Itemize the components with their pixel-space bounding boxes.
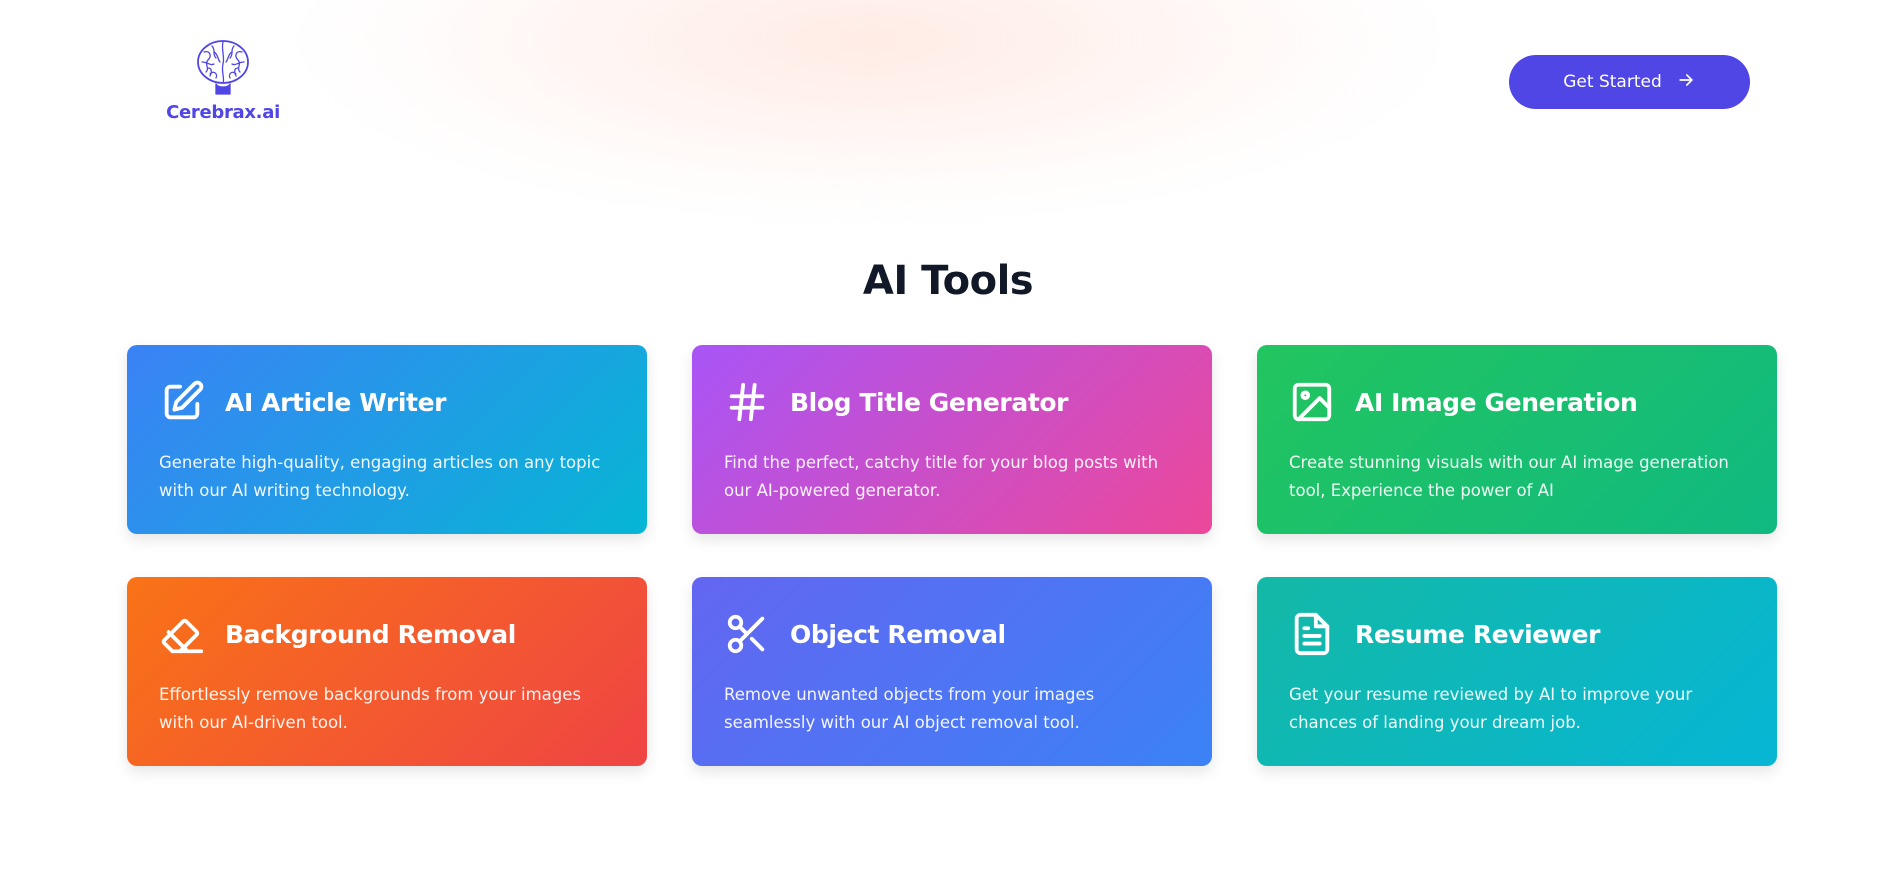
tool-card-title: Blog Title Generator — [790, 387, 1069, 417]
tool-card-ai-article-writer[interactable]: AI Article Writer Generate high-quality,… — [127, 345, 647, 534]
tool-card-description: Create stunning visuals with our AI imag… — [1289, 453, 1729, 500]
page: Cerebrax.ai Get Started AI Tools AI Arti… — [0, 0, 1896, 885]
tool-card-object-removal[interactable]: Object Removal Remove unwanted objects f… — [692, 577, 1212, 766]
logo-text: Cerebrax.ai — [166, 102, 280, 123]
tool-card-description: Remove unwanted objects from your images… — [724, 685, 1095, 732]
tool-card-description: Get your resume reviewed by AI to improv… — [1289, 685, 1693, 732]
tool-card-title: Background Removal — [225, 619, 516, 649]
tool-card-header: AI Image Generation — [1289, 377, 1745, 427]
tool-card-header: Blog Title Generator — [724, 377, 1180, 427]
tool-card-description: Find the perfect, catchy title for your … — [724, 453, 1159, 500]
tool-card-header: Resume Reviewer — [1289, 609, 1745, 659]
hash-icon — [724, 379, 770, 425]
tools-grid: AI Article Writer Generate high-quality,… — [127, 345, 1777, 766]
arrow-right-icon — [1676, 70, 1696, 95]
get-started-label: Get Started — [1563, 72, 1662, 92]
brain-icon — [194, 38, 252, 102]
tool-card-ai-image-generation[interactable]: AI Image Generation Create stunning visu… — [1257, 345, 1777, 534]
tool-card-title: Object Removal — [790, 619, 1006, 649]
tool-card-description: Effortlessly remove backgrounds from you… — [159, 685, 581, 732]
tool-card-header: Background Removal — [159, 609, 615, 659]
logo[interactable]: Cerebrax.ai — [166, 38, 280, 124]
file-text-icon — [1289, 611, 1335, 657]
edit-icon — [159, 379, 205, 425]
eraser-icon — [159, 611, 205, 657]
tool-card-resume-reviewer[interactable]: Resume Reviewer Get your resume reviewed… — [1257, 577, 1777, 766]
tool-card-description: Generate high-quality, engaging articles… — [159, 453, 601, 500]
site-header: Cerebrax.ai Get Started — [0, 0, 1896, 165]
scissors-icon — [724, 611, 770, 657]
section-title: AI Tools — [862, 258, 1034, 304]
tool-card-title: AI Image Generation — [1355, 387, 1638, 417]
tool-card-background-removal[interactable]: Background Removal Effortlessly remove b… — [127, 577, 647, 766]
image-icon — [1289, 379, 1335, 425]
tool-card-header: Object Removal — [724, 609, 1180, 659]
tool-card-title: AI Article Writer — [225, 387, 447, 417]
tool-card-header: AI Article Writer — [159, 377, 615, 427]
get-started-button[interactable]: Get Started — [1509, 55, 1750, 109]
tool-card-title: Resume Reviewer — [1355, 619, 1601, 649]
tool-card-blog-title-generator[interactable]: Blog Title Generator Find the perfect, c… — [692, 345, 1212, 534]
